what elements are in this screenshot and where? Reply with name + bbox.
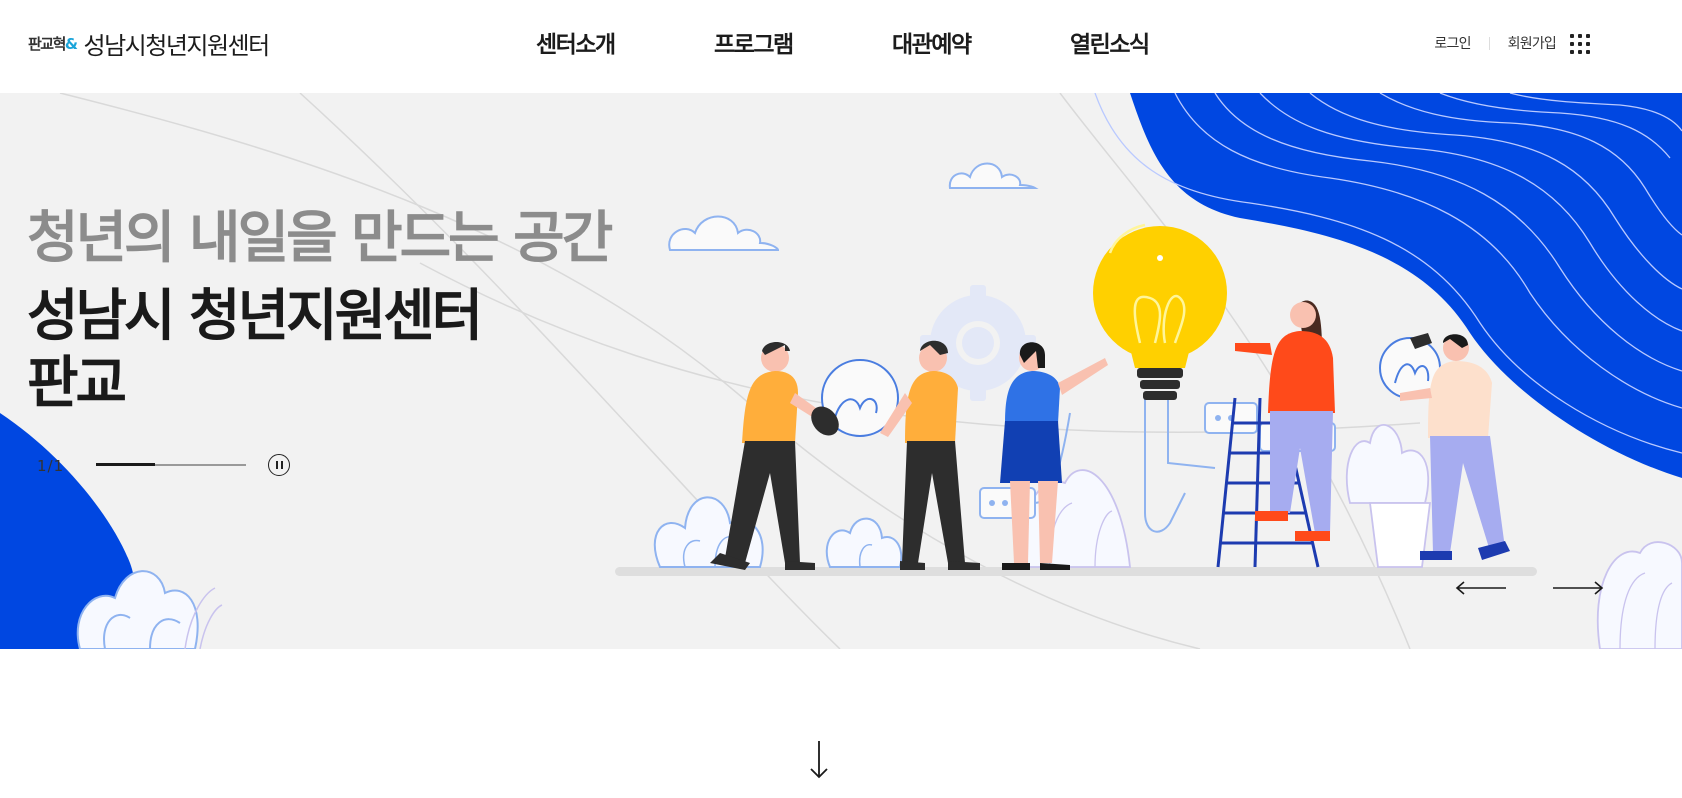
hero-title-line2: 판교 [27, 351, 127, 416]
site-logo[interactable]: 판교혁& 성남시청년지원센터 [28, 28, 271, 60]
arrow-down-icon[interactable] [806, 740, 832, 780]
hero-title: 성남시 청년지원센터 판교 [27, 283, 483, 417]
hero-subtitle: 청년의 내일을 만드는 공간 [27, 206, 613, 271]
logo-text: 성남시청년지원센터 [83, 31, 271, 60]
slide-pager: 1/1 [37, 457, 65, 475]
login-link[interactable]: 로그인 [1434, 33, 1471, 53]
nav-item-news[interactable]: 열린소식 [1070, 25, 1248, 59]
arrow-right-icon[interactable] [1551, 580, 1605, 596]
nav-item-center-intro[interactable]: 센터소개 [536, 25, 714, 59]
slide-progress-bar [96, 463, 246, 466]
arrow-left-icon[interactable] [1454, 580, 1508, 596]
nav-item-rental[interactable]: 대관예약 [892, 25, 1070, 59]
grid-menu-icon[interactable] [1570, 34, 1590, 54]
pause-icon[interactable] [268, 454, 290, 476]
logo-mark: 판교혁& [28, 34, 78, 53]
hero-banner: 청년의 내일을 만드는 공간 성남시 청년지원센터 판교 1/1 [0, 93, 1682, 649]
slide-progress-fill [96, 463, 155, 466]
util-menu: 로그인 회원가입 [1434, 33, 1556, 53]
util-divider [1488, 36, 1490, 50]
signup-link[interactable]: 회원가입 [1508, 33, 1557, 53]
site-header: 판교혁& 성남시청년지원센터 센터소개 프로그램 대관예약 열린소식 로그인 회… [0, 0, 1682, 93]
main-nav: 센터소개 프로그램 대관예약 열린소식 [536, 25, 1248, 59]
hero-title-line1: 성남시 청년지원센터 [27, 284, 483, 349]
nav-item-programs[interactable]: 프로그램 [714, 25, 892, 59]
